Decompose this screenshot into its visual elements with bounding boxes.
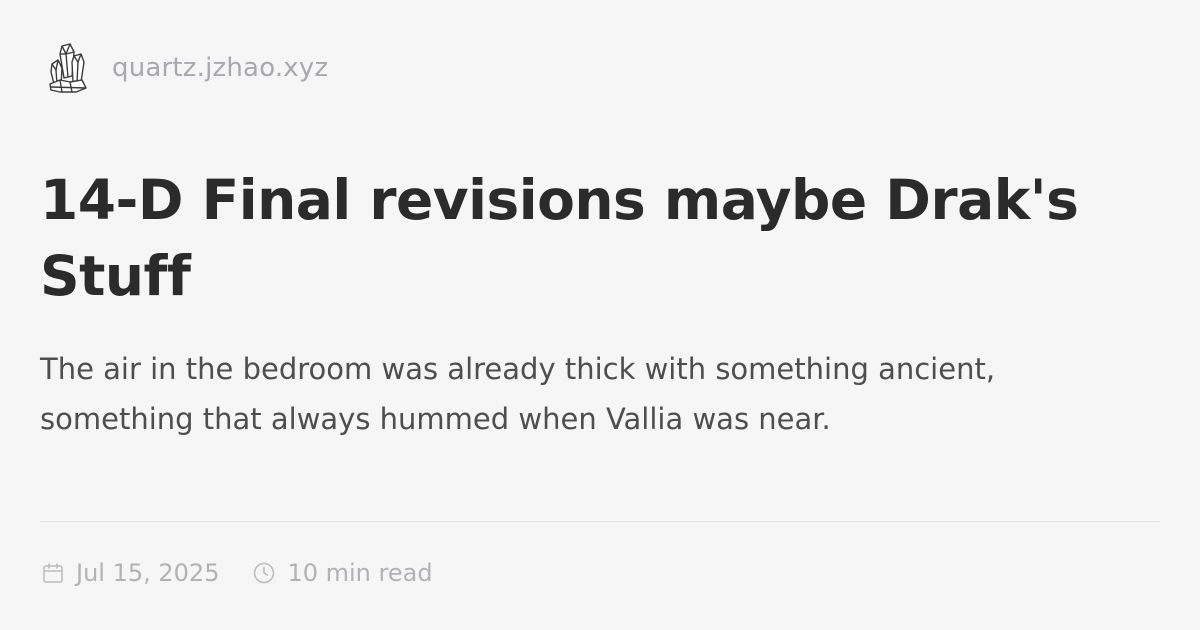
divider [40,521,1160,522]
crystal-logo-icon [40,40,96,96]
site-header: quartz.jzhao.xyz [40,40,328,96]
publish-date: Jul 15, 2025 [76,559,220,587]
page-title: 14-D Final revisions maybe Drak's Stuff [40,168,1079,308]
reading-time-meta: 10 min read [251,559,433,587]
calendar-icon [40,560,66,586]
page-description: The air in the bedroom was already thick… [40,352,996,436]
clock-icon [251,560,277,586]
og-card: quartz.jzhao.xyz 14-D Final revisions ma… [40,40,1160,600]
article-meta: Jul 15, 2025 10 min read [40,556,465,590]
reading-time: 10 min read [287,559,433,587]
date-meta: Jul 15, 2025 [40,559,219,587]
site-name: quartz.jzhao.xyz [112,53,329,83]
